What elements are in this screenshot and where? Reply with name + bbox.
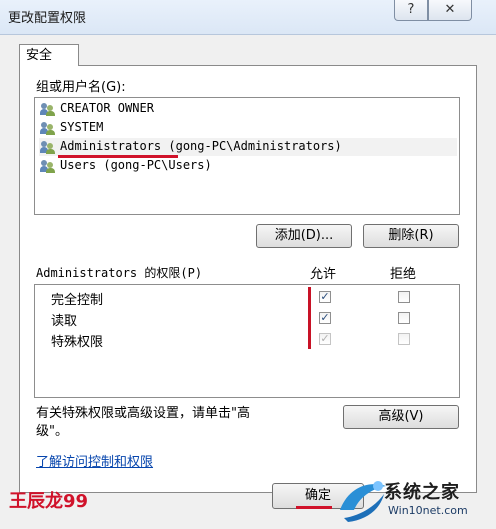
deny-checkbox-read[interactable] (398, 312, 410, 324)
list-item-users[interactable]: Users (gong-PC\Users) (39, 157, 457, 175)
list-item-label: Administrators (gong-PC\Administrators) (60, 139, 342, 153)
add-button[interactable]: 添加(D)... (256, 224, 352, 248)
perm-name-read: 读取 (51, 314, 78, 329)
red-bar-annotation (308, 287, 311, 349)
users-icon (40, 102, 57, 116)
logo-title: 系统之家 (384, 482, 460, 503)
list-item-system[interactable]: SYSTEM (39, 119, 457, 137)
users-icon (40, 159, 57, 173)
advanced-info: 有关特殊权限或高级设置，请单击"高 级"。 (36, 405, 336, 441)
list-item-creator-owner[interactable]: CREATOR OWNER (39, 100, 457, 118)
group-label: 组或用户名(G): (36, 80, 126, 95)
author-watermark: 王辰龙99 (9, 491, 89, 512)
allow-checkbox-special: ✓ (319, 332, 331, 345)
advanced-info-line2: 级"。 (36, 424, 68, 439)
users-icon (40, 121, 57, 135)
remove-button[interactable]: 删除(R) (363, 224, 459, 248)
perm-name-full-control: 完全控制 (51, 293, 104, 308)
allow-checkbox-read[interactable]: ✓ (319, 312, 331, 324)
deny-header: 拒绝 (390, 267, 417, 282)
deny-checkbox-special (398, 333, 410, 345)
advanced-info-line1: 有关特殊权限或高级设置，请单击"高 (36, 406, 250, 421)
allow-checkbox-full-control[interactable]: ✓ (319, 291, 331, 303)
perm-name-special: 特殊权限 (51, 335, 104, 350)
list-item-label: SYSTEM (60, 120, 104, 134)
advanced-button[interactable]: 高级(V) (343, 405, 459, 429)
close-icon: ✕ (444, 2, 456, 17)
permissions-label: Administrators 的权限(P) (36, 266, 203, 280)
ok-underline-annotation (296, 506, 332, 509)
list-item-label: CREATOR OWNER (60, 101, 154, 115)
tab-security[interactable]: 安全 (19, 44, 79, 66)
close-button[interactable]: ✕ (428, 0, 472, 21)
access-control-link[interactable]: 了解访问控制和权限 (36, 451, 153, 470)
allow-header: 允许 (310, 267, 337, 282)
site-logo: 系统之家 Win10net.com (334, 466, 496, 526)
users-icon (40, 140, 57, 154)
list-item-administrators[interactable]: Administrators (gong-PC\Administrators) (39, 138, 457, 156)
window-title: 更改配置权限 (8, 11, 87, 26)
logo-url: Win10net.com (388, 504, 468, 517)
list-item-label: Users (gong-PC\Users) (60, 158, 212, 172)
red-underline-annotation (58, 155, 178, 158)
help-button[interactable]: ? (394, 0, 428, 21)
title-bar: 更改配置权限 ? ✕ (0, 0, 496, 35)
help-icon: ? (407, 2, 415, 17)
deny-checkbox-full-control[interactable] (398, 291, 410, 303)
